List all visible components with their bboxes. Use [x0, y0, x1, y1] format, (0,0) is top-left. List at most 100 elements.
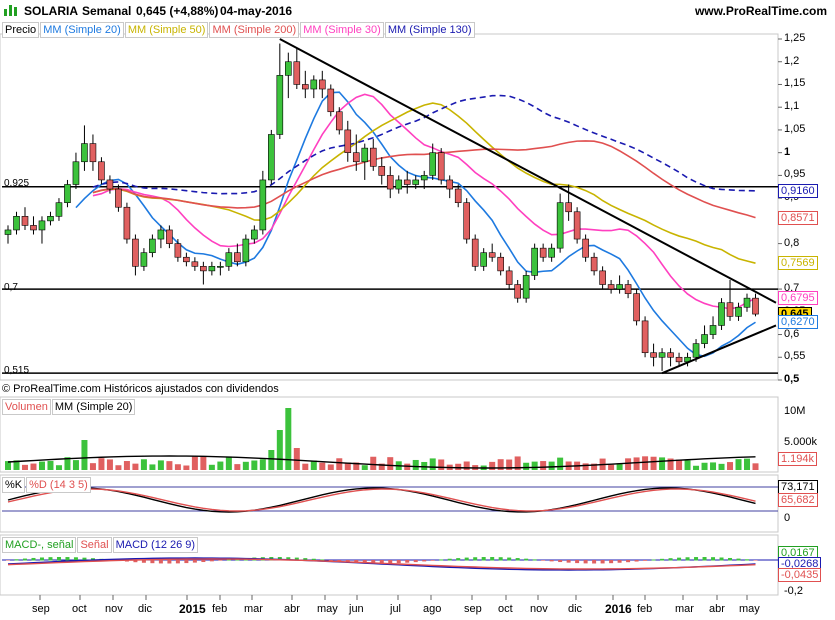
price-tag: 0,9160	[778, 183, 818, 198]
volume-bar	[149, 464, 156, 470]
macd-histogram-bar	[201, 560, 206, 563]
x-axis-label: abr	[284, 603, 300, 615]
volume-bar	[361, 465, 368, 470]
candle-body	[21, 216, 29, 226]
y-tick-label: 0,5	[784, 373, 800, 385]
x-axis-label: sep	[464, 603, 482, 615]
macd-histogram-bar	[175, 560, 180, 564]
x-axis-label: mar	[675, 603, 694, 615]
volume-bar	[47, 460, 54, 470]
macd-histogram-bar	[685, 557, 690, 561]
volume-bar	[132, 463, 139, 470]
candle-body	[497, 256, 504, 272]
candle-body	[72, 161, 80, 185]
legend-ma20[interactable]: MM (Simple 20)	[40, 22, 124, 38]
legend-volume[interactable]: Volumen	[2, 399, 51, 415]
macd-histogram-bar	[668, 558, 673, 561]
candle-body	[4, 229, 12, 235]
candle-body	[412, 179, 420, 185]
candle-body	[675, 356, 683, 363]
legend-volume-ma[interactable]: MM (Simple 20)	[51, 399, 136, 415]
macd-signal-tag: -0,0435	[778, 568, 822, 582]
volume-bar	[752, 463, 759, 470]
volume-bar	[557, 457, 564, 470]
macd-tick-neg02: -0,2	[784, 585, 803, 597]
chart-canvas	[0, 33, 782, 600]
macd-histogram-bar	[192, 560, 197, 563]
macd-histogram-bar	[464, 557, 469, 561]
macd-histogram-bar	[439, 559, 444, 561]
legend-macd-hist[interactable]: MACD-, señal	[2, 537, 77, 553]
macd-histogram-bar	[651, 559, 656, 561]
x-axis-label: feb	[637, 603, 653, 615]
candle-body	[607, 284, 615, 290]
candle-body	[327, 88, 335, 113]
candle-body	[191, 261, 199, 267]
volume-bar	[531, 461, 538, 470]
candle-body	[667, 352, 674, 358]
candle-body	[565, 202, 572, 213]
x-axis-label: jun	[349, 603, 364, 615]
y-tick-label: 0,6	[784, 327, 800, 340]
legend-ma200[interactable]: MM (Simple 200)	[209, 22, 300, 38]
volume-bar	[676, 459, 683, 470]
volume-bar	[38, 461, 45, 470]
candle-body	[276, 75, 284, 135]
volume-bar	[540, 461, 547, 470]
legend-stoch-d[interactable]: %D (14 3 5)	[26, 477, 91, 493]
candle-body	[624, 284, 632, 294]
candle-body	[98, 161, 105, 181]
candle-body	[556, 202, 564, 249]
macd-histogram-bar	[660, 558, 665, 561]
y-tick-label: 1,05	[784, 122, 806, 135]
volume-bar	[234, 464, 241, 470]
macd-histogram-bar	[634, 560, 639, 562]
volume-bar	[523, 462, 530, 470]
legend-macd-line[interactable]: MACD (12 26 9)	[112, 537, 199, 553]
legend-ma130[interactable]: MM (Simple 130)	[384, 22, 475, 38]
date: 04-may-2016	[220, 4, 293, 18]
candle-body	[115, 188, 122, 208]
candle-body	[658, 352, 666, 358]
source-note: © ProRealTime.com Históricos ajustados c…	[2, 383, 279, 395]
x-axis-label: ago	[423, 603, 442, 615]
candle-body	[573, 211, 581, 240]
macd-histogram-bar	[447, 558, 452, 561]
stoch-d-tag: 65,682	[778, 493, 818, 507]
volume-bar	[744, 458, 751, 470]
volume-bar	[268, 450, 275, 470]
macd-histogram-bar	[430, 560, 435, 561]
legend-ma30[interactable]: MM (Simple 30)	[300, 22, 384, 38]
legend-stoch-k[interactable]: %K	[2, 477, 26, 493]
candle-body	[752, 297, 759, 315]
volume-legend: Volumen MM (Simple 20)	[2, 399, 136, 415]
candle-body	[234, 252, 241, 263]
candle-body	[454, 188, 462, 203]
volume-bar	[208, 464, 215, 470]
x-axis-label: abr	[709, 603, 725, 615]
volume-bar	[293, 448, 300, 470]
legend-price[interactable]: Precio	[2, 22, 40, 38]
vol-tag: 1.194k	[778, 452, 818, 466]
price-change: 0,645 (+4,88%)	[136, 4, 219, 18]
candle-body	[488, 252, 496, 258]
macd-histogram-bar	[218, 560, 223, 561]
candle-body	[701, 334, 708, 344]
macd-histogram-bar	[677, 557, 682, 561]
macd-histogram-bar	[583, 560, 588, 564]
legend-macd-signal[interactable]: Señal	[77, 537, 112, 553]
candle-body	[64, 184, 71, 203]
volume-bar	[242, 461, 249, 470]
macd-histogram-bar	[736, 558, 741, 561]
candle-body	[437, 152, 445, 181]
macd-histogram-bar	[22, 558, 27, 561]
candle-body	[225, 252, 233, 267]
level-label-0925: 0,925	[4, 178, 30, 189]
y-tick-label: 1,2	[784, 54, 800, 67]
legend-ma50[interactable]: MM (Simple 50)	[124, 22, 209, 38]
candle-body	[149, 238, 156, 253]
candle-body	[531, 247, 538, 276]
candle-body	[633, 293, 640, 322]
macd-histogram-bar	[643, 560, 648, 561]
volume-bar	[140, 459, 147, 470]
